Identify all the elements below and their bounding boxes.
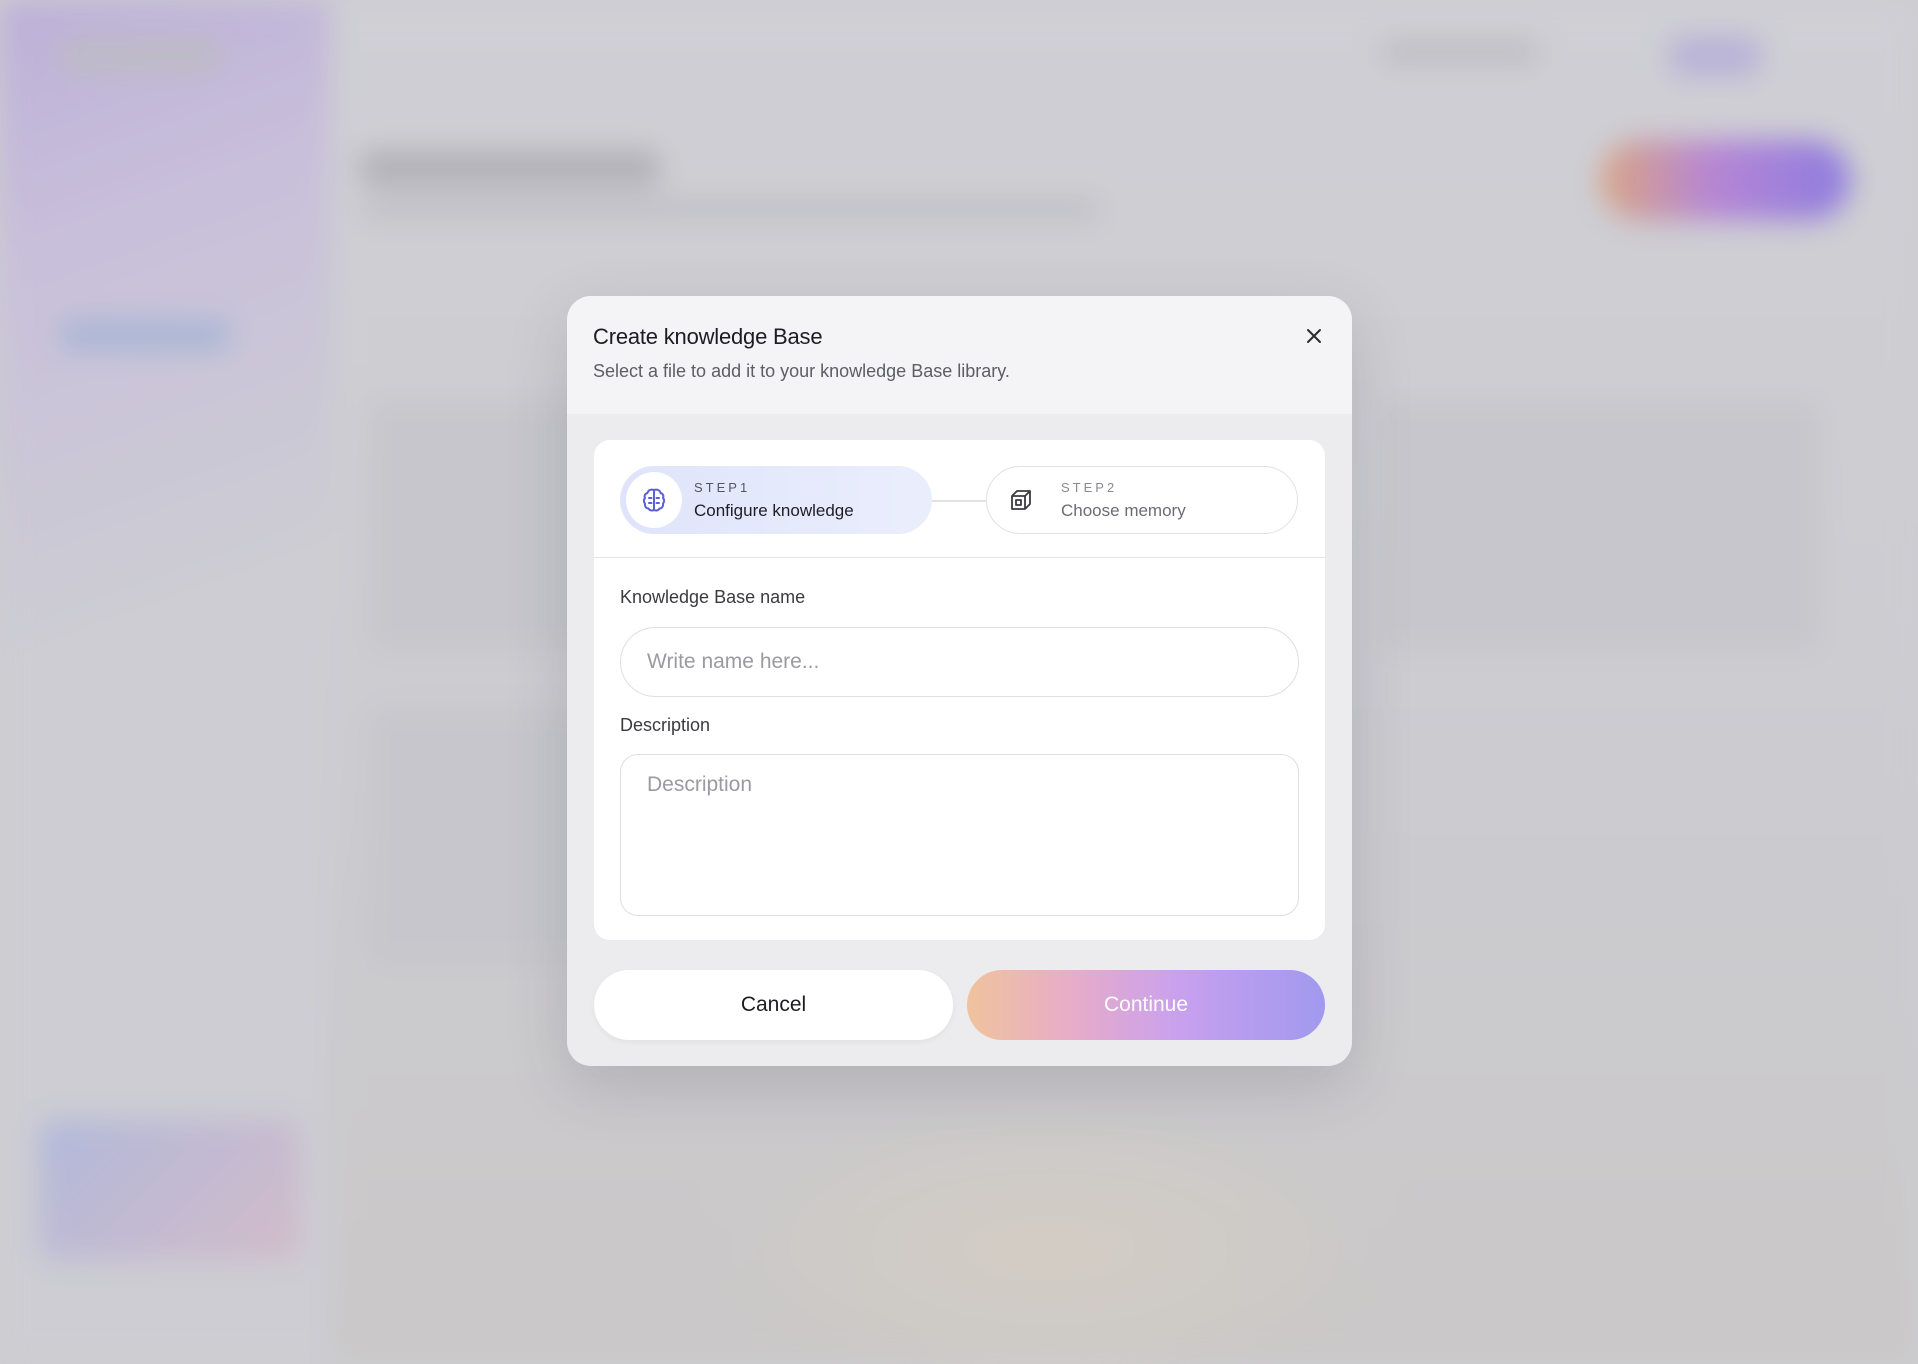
description-field-label: Description: [620, 715, 711, 735]
close-icon: [1307, 329, 1321, 343]
continue-button[interactable]: Continue: [967, 970, 1325, 1040]
stepper: STEP1 Configure knowledge STEP2 Choose m…: [594, 440, 1325, 558]
step-choose-memory[interactable]: STEP2 Choose memory: [986, 466, 1298, 534]
step-icon-container: [993, 472, 1049, 528]
modal-title: Create knowledge Base: [593, 324, 823, 349]
cancel-button[interactable]: Cancel: [594, 970, 953, 1040]
step-label: Configure knowledge: [694, 500, 854, 520]
cube-icon: [1011, 490, 1031, 510]
brain-icon: [642, 488, 666, 512]
name-field-label: Knowledge Base name: [620, 587, 806, 607]
modal-header: Create knowledge Base Select a file to a…: [567, 296, 1352, 414]
step-connector: [932, 500, 986, 502]
close-button[interactable]: [1300, 322, 1328, 350]
step-number: STEP1: [694, 479, 751, 495]
step-configure-knowledge[interactable]: STEP1 Configure knowledge: [620, 466, 932, 534]
step-label: Choose memory: [1061, 500, 1186, 520]
step-icon-container: [626, 472, 682, 528]
modal-subtitle: Select a file to add it to your knowledg…: [593, 361, 1010, 381]
description-textarea[interactable]: [620, 754, 1299, 916]
knowledge-base-name-input[interactable]: [620, 627, 1299, 697]
step-number: STEP2: [1061, 479, 1118, 495]
form-card: STEP1 Configure knowledge STEP2 Choose m…: [594, 440, 1325, 940]
create-knowledge-base-modal: Create knowledge Base Select a file to a…: [567, 296, 1352, 1066]
